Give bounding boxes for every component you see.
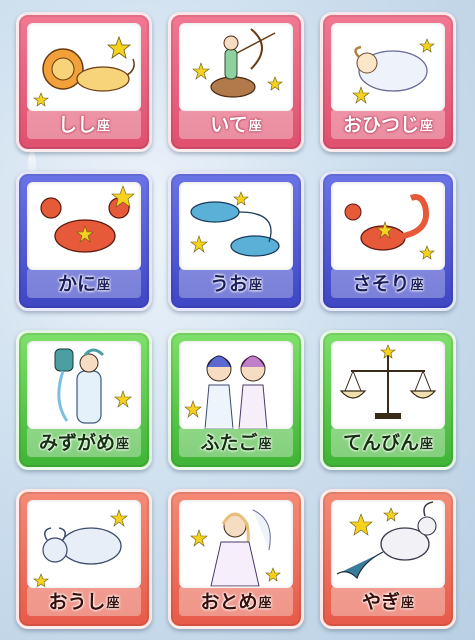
tile-label: みずがめ 座 bbox=[27, 427, 141, 457]
libra-scales-icon bbox=[331, 341, 445, 429]
tile-label-name: やぎ bbox=[361, 591, 400, 613]
tile-label-suffix: 座 bbox=[97, 278, 111, 293]
tile-label-name: うお bbox=[209, 273, 248, 295]
pisces-fish-icon bbox=[179, 182, 293, 270]
scorpio-scorpion-icon bbox=[331, 182, 445, 270]
tile-label-suffix: 座 bbox=[249, 278, 263, 293]
tile-label: やぎ 座 bbox=[331, 586, 445, 616]
tile-label-name: かに bbox=[57, 273, 96, 295]
tile-label-suffix: 座 bbox=[106, 596, 120, 611]
tile-label-suffix: 座 bbox=[401, 596, 415, 611]
tile-capricorn[interactable]: やぎ 座 bbox=[320, 489, 456, 629]
tile-label-name: いて bbox=[210, 114, 248, 136]
tile-leo[interactable]: しし 座 bbox=[16, 12, 152, 152]
tile-label: おうし 座 bbox=[27, 586, 141, 616]
aquarius-water-bearer-icon bbox=[27, 341, 141, 429]
cancer-crab-icon bbox=[27, 182, 141, 270]
leo-lion-icon bbox=[27, 23, 141, 111]
tile-label-suffix: 座 bbox=[420, 119, 434, 134]
tile-label-suffix: 座 bbox=[258, 437, 272, 452]
tile-aries[interactable]: おひつじ 座 bbox=[320, 12, 456, 152]
sagittarius-archer-icon bbox=[179, 23, 293, 111]
tile-label: さそり 座 bbox=[331, 268, 445, 298]
tile-label-name: みずがめ bbox=[38, 432, 115, 454]
tile-label: てんびん 座 bbox=[331, 427, 445, 457]
tile-label-suffix: 座 bbox=[97, 119, 111, 134]
tile-label-name: てんびん bbox=[342, 432, 419, 454]
tile-aquarius[interactable]: みずがめ 座 bbox=[16, 330, 152, 470]
constellation-grid: しし 座 いて 座 おひつじ 座 かに 座 うお 座 さそり 座 みずがめ 座 … bbox=[0, 0, 475, 640]
tile-cancer[interactable]: かに 座 bbox=[16, 171, 152, 311]
tile-label-suffix: 座 bbox=[410, 278, 424, 293]
tile-gemini[interactable]: ふたご 座 bbox=[168, 330, 304, 470]
tile-label-suffix: 座 bbox=[258, 596, 272, 611]
tile-pisces[interactable]: うお 座 bbox=[168, 171, 304, 311]
tile-scorpio[interactable]: さそり 座 bbox=[320, 171, 456, 311]
tile-label-name: おうし bbox=[48, 591, 106, 613]
tile-label: おとめ 座 bbox=[179, 586, 293, 616]
tile-sagittarius[interactable]: いて 座 bbox=[168, 12, 304, 152]
tile-label-name: おとめ bbox=[200, 591, 258, 613]
capricorn-goat-icon bbox=[331, 500, 445, 588]
tile-label: おひつじ 座 bbox=[331, 109, 445, 139]
tile-label: ふたご 座 bbox=[179, 427, 293, 457]
tile-label-name: さそり bbox=[352, 273, 410, 295]
tile-label-name: おひつじ bbox=[342, 114, 419, 136]
tile-label: かに 座 bbox=[27, 268, 141, 298]
virgo-maiden-icon bbox=[179, 500, 293, 588]
aries-ram-icon bbox=[331, 23, 445, 111]
tile-label-suffix: 座 bbox=[420, 437, 434, 452]
tile-label-suffix: 座 bbox=[248, 119, 262, 134]
tile-taurus[interactable]: おうし 座 bbox=[16, 489, 152, 629]
tile-label-name: ふたご bbox=[200, 432, 258, 454]
tile-label-suffix: 座 bbox=[116, 437, 130, 452]
tile-label: いて 座 bbox=[179, 109, 293, 139]
tile-label: うお 座 bbox=[179, 268, 293, 298]
tile-label-name: しし bbox=[57, 114, 96, 136]
gemini-twins-icon bbox=[179, 341, 293, 429]
tile-label: しし 座 bbox=[27, 109, 141, 139]
tile-libra[interactable]: てんびん 座 bbox=[320, 330, 456, 470]
tile-virgo[interactable]: おとめ 座 bbox=[168, 489, 304, 629]
taurus-bull-icon bbox=[27, 500, 141, 588]
